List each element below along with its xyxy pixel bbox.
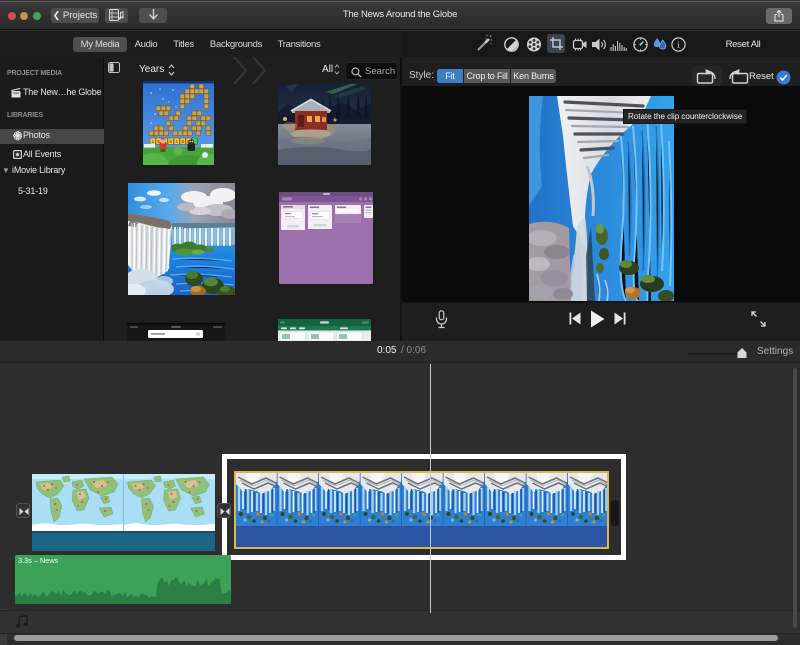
svg-text:8: 8	[181, 139, 184, 145]
svg-text:0: 0	[169, 139, 172, 145]
svg-text:1: 1	[175, 139, 178, 145]
svg-text:i: i	[677, 41, 680, 51]
